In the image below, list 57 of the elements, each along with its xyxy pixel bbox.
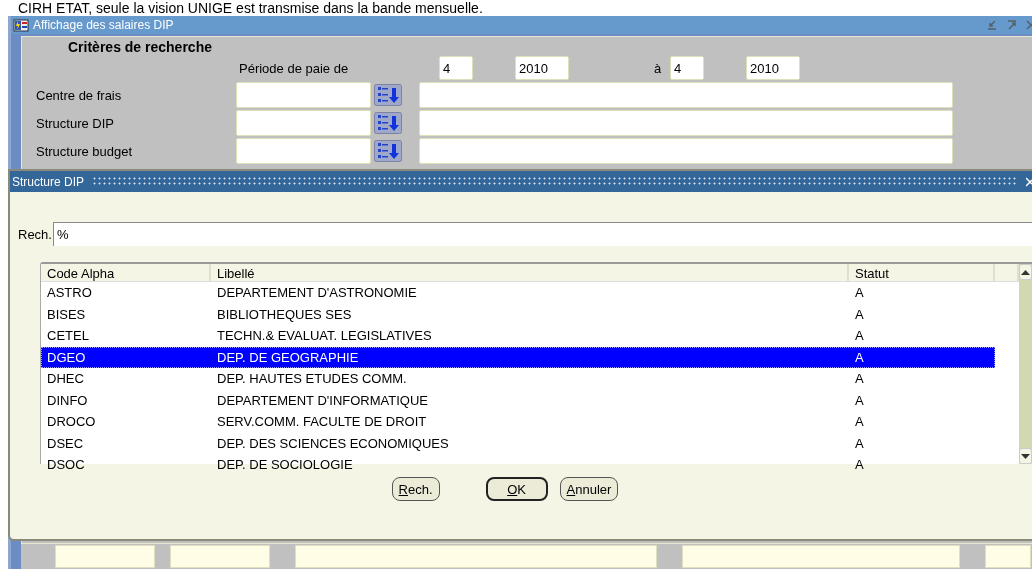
table-cell-text: A xyxy=(854,457,865,473)
dialog-button[interactable]: Annuler xyxy=(559,477,619,501)
table-cell-text: ASTRO xyxy=(46,285,93,301)
table-cell-text: A xyxy=(854,435,865,451)
table-row[interactable]: ASTRO DEPARTEMENT D'ASTRONOMIE A xyxy=(41,282,995,304)
table-cell-text: A xyxy=(854,349,865,365)
table-cell-text: DEP. DES SCIENCES ECONOMIQUES xyxy=(216,435,450,451)
field-label: Centre de frais xyxy=(35,87,123,103)
table-cell-text: DINFO xyxy=(46,392,89,408)
table-row[interactable]: DGEO DEP. DE GEOGRAPHIE A xyxy=(41,346,995,368)
table-cell-text: DSOC xyxy=(46,457,86,473)
table-cell-text: A xyxy=(854,306,865,322)
table-cell-text: A xyxy=(854,328,865,344)
table-cell-text: A xyxy=(854,414,865,430)
table-cell-text: DEPARTEMENT D'INFORMATIQUE xyxy=(216,392,429,408)
dialog-button[interactable]: Rech. xyxy=(391,477,440,501)
banner-text: CIRH ETAT, seule la vision UNIGE est transmise dans la bande mensuelle. xyxy=(17,0,484,16)
table-cell-text: DGEO xyxy=(46,349,87,365)
table-row[interactable]: DSEC DEP. DES SCIENCES ECONOMIQUES A xyxy=(41,432,995,454)
table-cell-text: TECHN.& EVALUAT. LEGISLATIVES xyxy=(216,328,433,344)
table-row[interactable]: DINFO DEPARTEMENT D'INFORMATIQUE A xyxy=(41,389,995,411)
field-label: Structure DIP xyxy=(35,115,116,131)
table-row[interactable]: DSOC DEP. DE SOCIOLOGIE A xyxy=(41,454,995,476)
dialog-title: Structure DIP xyxy=(12,174,86,189)
table-row[interactable]: BISES BIBLIOTHEQUES SES A xyxy=(41,303,995,325)
table-cell-text: DSEC xyxy=(46,435,85,451)
field-label: Structure budget xyxy=(35,143,134,159)
column-header[interactable]: Libellé xyxy=(211,264,849,281)
table-cell-text: A xyxy=(854,371,865,387)
table-cell-text: A xyxy=(854,285,865,301)
table-row[interactable]: DHEC DEP. HAUTES ETUDES COMM. A xyxy=(41,368,995,390)
period-label: Période de paie de xyxy=(238,60,350,76)
column-header[interactable]: Code Alpha xyxy=(41,264,211,281)
window-title: Affichage des salaires DIP xyxy=(33,18,174,32)
table-cell-text: CETEL xyxy=(46,328,90,344)
dialog-button[interactable]: OK xyxy=(485,477,548,501)
table-cell-text: DEPARTEMENT D'ASTRONOMIE xyxy=(216,285,418,301)
month-field[interactable]: 4 xyxy=(670,56,704,80)
table-cell-text: SERV.COMM. FACULTE DE DROIT xyxy=(216,414,428,430)
table-row[interactable]: CETEL TECHN.& EVALUAT. LEGISLATIVES A xyxy=(41,325,995,347)
table-cell-text: DEP. DE SOCIOLOGIE xyxy=(216,457,354,473)
table-cell-text: DEP. DE GEOGRAPHIE xyxy=(216,349,360,365)
section-heading: Critères de recherche xyxy=(68,40,213,55)
table-cell-text: DROCO xyxy=(46,414,97,430)
year-field[interactable]: 2010 xyxy=(515,56,569,80)
search-label: Rech. xyxy=(18,226,52,242)
table-row[interactable]: DROCO SERV.COMM. FACULTE DE DROIT A xyxy=(41,411,995,433)
year-field[interactable]: 2010 xyxy=(746,56,800,80)
column-header[interactable]: Statut xyxy=(849,264,995,281)
search-field[interactable]: % xyxy=(52,222,1032,246)
to-label: à xyxy=(653,60,663,76)
month-field[interactable]: 4 xyxy=(439,56,473,80)
table-cell-text: DHEC xyxy=(46,371,85,387)
table-cell-text: DEP. HAUTES ETUDES COMM. xyxy=(216,371,408,387)
table-cell-text: BIBLIOTHEQUES SES xyxy=(216,306,353,322)
table-cell-text: A xyxy=(854,392,865,408)
table-cell-text: BISES xyxy=(46,306,87,322)
